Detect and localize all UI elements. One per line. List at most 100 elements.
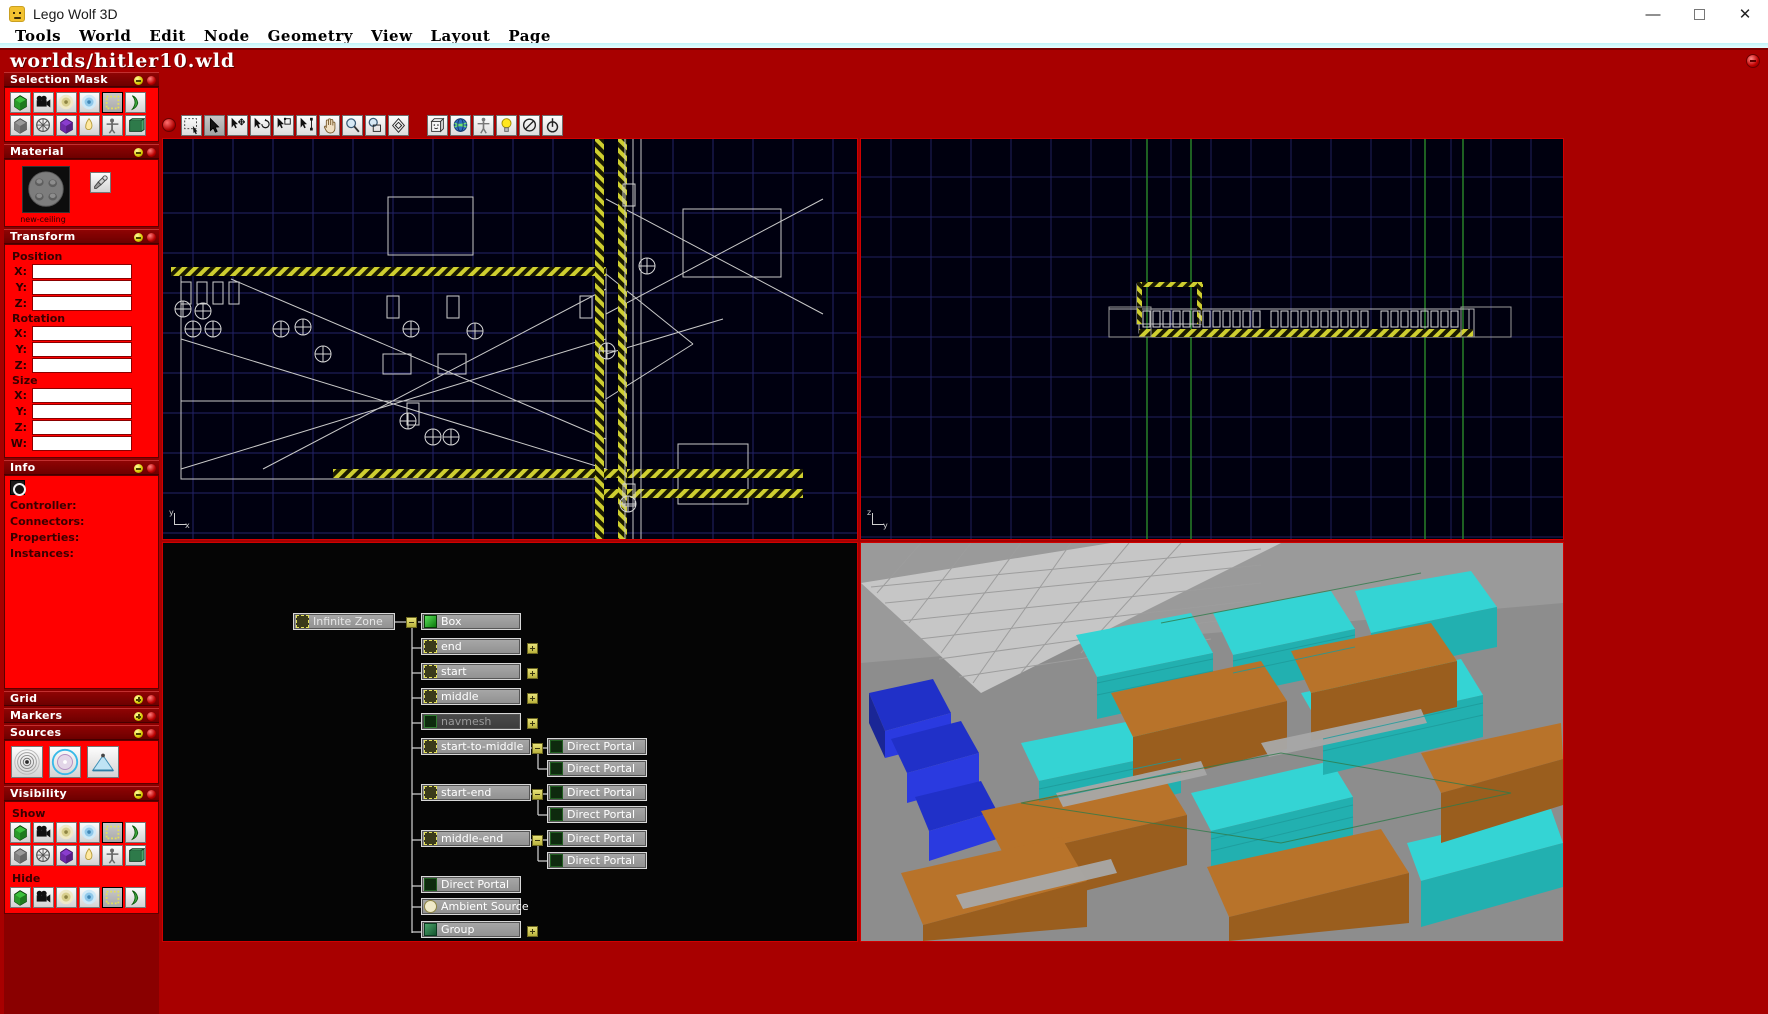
tile-actor-icon[interactable]: [102, 115, 123, 136]
expander-group[interactable]: [527, 926, 538, 937]
position-y-input[interactable]: [32, 280, 132, 295]
rotation-z-input[interactable]: [32, 358, 132, 373]
material-preview-swatch[interactable]: [22, 166, 70, 213]
node-direct-portal[interactable]: Direct Portal: [547, 760, 647, 777]
expander-middle-end[interactable]: [532, 835, 543, 846]
node-direct-portal[interactable]: Direct Portal: [547, 738, 647, 755]
node-ambient-source[interactable]: Ambient Source: [421, 898, 529, 915]
omni-light-source-icon[interactable]: [49, 746, 81, 778]
expander-start-end[interactable]: [532, 789, 543, 800]
node-direct-portal[interactable]: Direct Portal: [547, 784, 647, 801]
size-w-input[interactable]: [32, 436, 132, 451]
close-icon[interactable]: [147, 790, 156, 799]
perspective-3d-viewport[interactable]: [860, 542, 1564, 942]
show-tile-sound-source-icon[interactable]: [56, 822, 77, 843]
node-group[interactable]: Group: [421, 921, 521, 938]
top-orthographic-viewport[interactable]: y x: [162, 138, 858, 540]
expander-infinite-zone[interactable]: [406, 617, 417, 628]
maximize-button[interactable]: [1676, 0, 1722, 28]
portal-tool[interactable]: [542, 114, 563, 136]
tile-flame-icon[interactable]: [79, 115, 100, 136]
hide-tile-light-source-icon[interactable]: [79, 887, 100, 908]
show-tile-group-icon[interactable]: [125, 845, 146, 866]
expander-end[interactable]: [527, 643, 538, 654]
show-tile-camera-icon[interactable]: [33, 822, 54, 843]
collapse-icon[interactable]: [134, 148, 143, 157]
show-tile-zone-icon[interactable]: [102, 822, 123, 843]
no-clip-tool[interactable]: [519, 114, 540, 136]
node-middle[interactable]: middle: [421, 688, 521, 705]
size-y-input[interactable]: [32, 404, 132, 419]
move-tool[interactable]: [227, 114, 248, 136]
rotation-y-input[interactable]: [32, 342, 132, 357]
node-start[interactable]: start: [421, 663, 521, 680]
close-icon[interactable]: [147, 464, 156, 473]
pointer-select-tool[interactable]: [204, 114, 225, 136]
tile-group-icon[interactable]: [125, 115, 146, 136]
tile-navmesh-icon[interactable]: [33, 115, 54, 136]
center-view-tool[interactable]: [388, 114, 409, 136]
expand-icon[interactable]: [134, 695, 143, 704]
close-icon[interactable]: [147, 695, 156, 704]
show-tile-solid-block-icon[interactable]: [10, 845, 31, 866]
panel-header-markers[interactable]: Markers: [4, 708, 159, 723]
world-globe-tool[interactable]: [450, 114, 471, 136]
close-icon[interactable]: [147, 712, 156, 721]
expander-start-to-middle[interactable]: [532, 743, 543, 754]
tile-brush-geometry-icon[interactable]: [10, 92, 31, 113]
hide-tile-portal-icon[interactable]: [125, 887, 146, 908]
rotate-tool[interactable]: [250, 114, 271, 136]
node-infinite-zone[interactable]: Infinite Zone: [293, 613, 395, 630]
collapse-icon[interactable]: [134, 790, 143, 799]
hide-tile-camera-icon[interactable]: [33, 887, 54, 908]
collapse-icon[interactable]: [134, 464, 143, 473]
hide-tile-brush-geometry-icon[interactable]: [10, 887, 31, 908]
panel-header-grid[interactable]: Grid: [4, 691, 159, 706]
node-start-to-middle[interactable]: start-to-middle: [421, 738, 531, 755]
collapse-icon[interactable]: [134, 233, 143, 242]
box-geometry-tool[interactable]: [427, 114, 448, 136]
node-navmesh[interactable]: navmesh: [421, 713, 521, 730]
panel-header-visibility[interactable]: Visibility: [4, 786, 159, 801]
expand-icon[interactable]: [134, 712, 143, 721]
node-direct-portal[interactable]: Direct Portal: [547, 830, 647, 847]
point-sound-source-icon[interactable]: [11, 746, 43, 778]
zoom-magnifier-tool[interactable]: [342, 114, 363, 136]
show-tile-brush-geometry-icon[interactable]: [10, 822, 31, 843]
node-start-end[interactable]: start-end: [421, 784, 531, 801]
close-icon[interactable]: [147, 148, 156, 157]
zoom-region-tool[interactable]: [365, 114, 386, 136]
node-end[interactable]: end: [421, 638, 521, 655]
scale-tool[interactable]: [273, 114, 294, 136]
expander-navmesh[interactable]: [527, 718, 538, 729]
position-z-input[interactable]: [32, 296, 132, 311]
rubber-band-select-tool[interactable]: [181, 114, 202, 136]
show-tile-actor-icon[interactable]: [102, 845, 123, 866]
collapse-icon[interactable]: [134, 729, 143, 738]
document-close-button[interactable]: [1746, 54, 1760, 68]
show-tile-entity-icon[interactable]: [56, 845, 77, 866]
panel-header-sources[interactable]: Sources: [4, 725, 159, 740]
minimize-button[interactable]: —: [1630, 0, 1676, 28]
hide-tile-sound-source-icon[interactable]: [56, 887, 77, 908]
eyedropper-icon[interactable]: [90, 172, 111, 193]
tile-sound-source-icon[interactable]: [56, 92, 77, 113]
node-direct-portal[interactable]: Direct Portal: [547, 806, 647, 823]
entity-actor-tool[interactable]: [473, 114, 494, 136]
close-icon[interactable]: [147, 76, 156, 85]
panel-header-transform[interactable]: Transform: [4, 229, 159, 244]
tile-camera-icon[interactable]: [33, 92, 54, 113]
size-z-input[interactable]: [32, 420, 132, 435]
node-middle-end[interactable]: middle-end: [421, 830, 531, 847]
hide-tile-zone-icon[interactable]: [102, 887, 123, 908]
close-button[interactable]: ✕: [1722, 0, 1768, 28]
pan-hand-tool[interactable]: [319, 114, 340, 136]
collapse-icon[interactable]: [134, 76, 143, 85]
show-tile-portal-icon[interactable]: [125, 822, 146, 843]
position-x-input[interactable]: [32, 264, 132, 279]
rotation-x-input[interactable]: [32, 326, 132, 341]
expander-middle[interactable]: [527, 693, 538, 704]
node-color-swatch[interactable]: [10, 480, 26, 496]
show-tile-flame-icon[interactable]: [79, 845, 100, 866]
tile-solid-block-icon[interactable]: [10, 115, 31, 136]
